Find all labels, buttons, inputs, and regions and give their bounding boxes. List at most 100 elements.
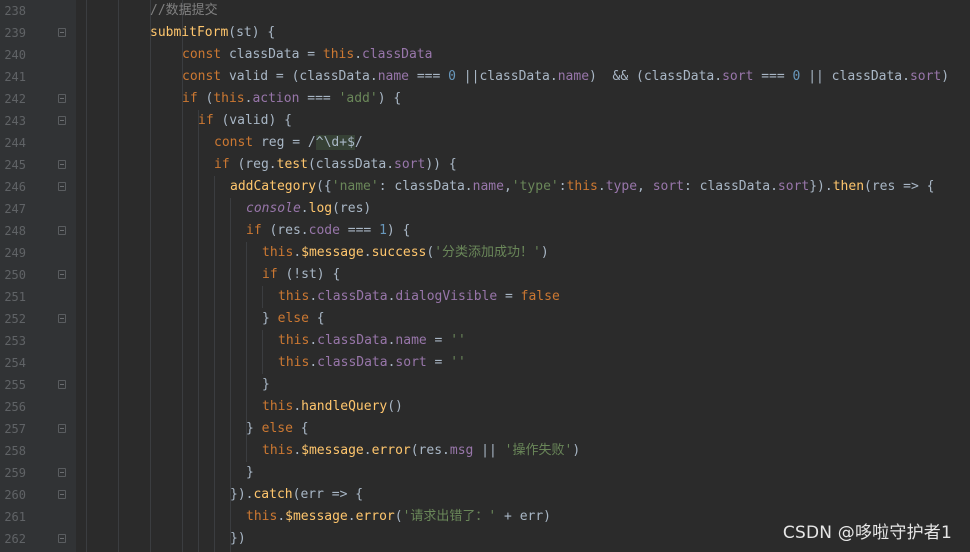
code-token: classData [317, 289, 388, 304]
code-token: console [246, 201, 301, 216]
code-token: classData [317, 333, 388, 348]
code-token: name [377, 69, 409, 84]
code-token: this [322, 47, 355, 62]
code-line[interactable]: 241 const valid = (classData.name === 0 |… [0, 66, 970, 88]
code-token: . [347, 509, 356, 524]
code-token: '分类添加成功！' [434, 245, 541, 260]
code-token: classData [362, 47, 433, 62]
code-line[interactable]: 243 if (valid) { [0, 110, 970, 132]
code-token: (res => { [864, 179, 935, 194]
line-number: 247 [4, 202, 26, 216]
code-token: ) { [386, 223, 411, 238]
fold-marker-icon[interactable] [58, 490, 66, 499]
code-token: catch [253, 487, 293, 502]
code-token: ) [941, 69, 950, 84]
fold-marker-icon[interactable] [58, 468, 66, 477]
code-line[interactable]: 255} [0, 374, 970, 396]
code-token: error [355, 509, 395, 524]
code-line[interactable]: 258 this.$message.error(res.msg || '操作失败'… [0, 440, 970, 462]
fold-marker-icon[interactable] [58, 116, 66, 125]
line-number: 260 [4, 488, 26, 502]
code-editor[interactable]: 238 //数据提交 239 submitForm(st) {240 const cla… [0, 0, 970, 552]
code-line[interactable]: 256 this.handleQuery() [0, 396, 970, 418]
code-token: sort [722, 69, 754, 84]
code-line[interactable]: 250 if (!st) { [0, 264, 970, 286]
code-text: }).catch(err => { [230, 484, 363, 506]
code-token: : classData. [378, 179, 473, 194]
fold-marker-icon[interactable] [58, 160, 66, 169]
code-token: if [198, 113, 222, 128]
code-token: '请求出错了：' [402, 509, 497, 524]
code-line[interactable]: 248 if (res.code === 1) { [0, 220, 970, 242]
fold-marker-icon[interactable] [58, 94, 66, 103]
code-text: if (!st) { [262, 264, 340, 286]
code-line[interactable]: 245 if (reg.test(classData.sort)) { [0, 154, 970, 176]
code-text: } else { [246, 418, 309, 440]
code-text: addCategory({'name': classData.name,'typ… [230, 176, 934, 198]
line-number: 243 [4, 114, 26, 128]
fold-marker-icon[interactable] [58, 424, 66, 433]
code-token: : classData. [684, 179, 778, 194]
code-token: . [277, 509, 286, 524]
code-token: '' [450, 355, 466, 370]
code-token: this [262, 399, 294, 414]
fold-marker-icon[interactable] [58, 534, 66, 543]
code-token: addCategory [230, 179, 317, 194]
line-number: 261 [4, 510, 26, 524]
code-text: } [246, 462, 254, 484]
code-token: (err => { [292, 487, 364, 502]
line-number: 239 [4, 26, 26, 40]
line-number: 251 [4, 290, 26, 304]
code-line[interactable]: 252} else { [0, 308, 970, 330]
code-token: , [503, 179, 512, 194]
code-token: (classData. [307, 157, 395, 172]
code-line[interactable]: 247 console.log(res) [0, 198, 970, 220]
fold-marker-icon[interactable] [58, 380, 66, 389]
code-token: (valid) { [221, 113, 292, 128]
fold-marker-icon[interactable] [58, 226, 66, 235]
code-token: log [308, 201, 333, 216]
code-token: )) { [425, 157, 457, 172]
code-token: } [246, 465, 254, 480]
fold-marker-icon[interactable] [58, 314, 66, 323]
code-line[interactable]: 249 this.$message.success('分类添加成功！') [0, 242, 970, 264]
code-token: === [409, 69, 449, 84]
code-token: sort [394, 157, 426, 172]
code-token: error [371, 443, 411, 458]
code-token: dialogVisible [395, 289, 498, 304]
code-token: ^\d+$ [315, 135, 355, 150]
code-token: else [277, 311, 317, 326]
code-line[interactable]: 259} [0, 462, 970, 484]
code-line[interactable]: 253 this.classData.name = '' [0, 330, 970, 352]
code-token: / [354, 135, 363, 150]
code-token: code [308, 223, 340, 238]
code-text: if (res.code === 1) { [246, 220, 410, 242]
code-token: = [497, 289, 521, 304]
code-line[interactable]: 242 if (this.action === 'add') { [0, 88, 970, 110]
code-text: //数据提交 [150, 0, 218, 22]
code-line[interactable]: 260 }).catch(err => { [0, 484, 970, 506]
code-line[interactable]: 246 addCategory({'name': classData.name,'… [0, 176, 970, 198]
code-line[interactable]: 244 const reg = /^\d+$/ [0, 132, 970, 154]
code-token: { [300, 421, 309, 436]
code-line[interactable]: 254 this.classData.sort = '' [0, 352, 970, 374]
code-line[interactable]: 238 //数据提交 [0, 0, 970, 22]
code-token: const [182, 47, 229, 62]
fold-marker-icon[interactable] [58, 270, 66, 279]
code-token: . [293, 245, 302, 260]
line-number: 248 [4, 224, 26, 238]
line-number: 240 [4, 48, 26, 62]
code-text: this.classData.sort = '' [278, 352, 466, 374]
code-token: $message [301, 443, 364, 458]
code-line[interactable]: 257} else { [0, 418, 970, 440]
code-token: this [213, 91, 245, 106]
code-line[interactable]: 240 const classData = this.classData [0, 44, 970, 66]
code-token: . [309, 289, 318, 304]
code-token: submitForm [150, 25, 229, 40]
code-token: then [832, 179, 865, 194]
fold-marker-icon[interactable] [58, 28, 66, 37]
code-line[interactable]: 239 submitForm(st) { [0, 22, 970, 44]
code-line[interactable]: 251 this.classData.dialogVisible = false [0, 286, 970, 308]
fold-marker-icon[interactable] [58, 182, 66, 191]
code-token: . [363, 443, 372, 458]
